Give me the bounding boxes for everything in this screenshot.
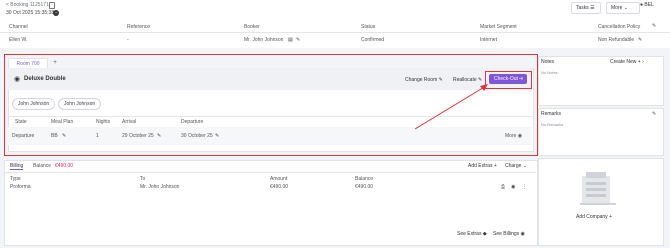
building-roof [586, 172, 606, 178]
charge-label: Charge [505, 163, 522, 169]
value-to: Mr. John Johnson [140, 184, 180, 190]
tag-icon: ◆ [482, 231, 487, 237]
value-type: Proforma [10, 184, 31, 190]
building-icon [580, 172, 616, 205]
arrow-line [414, 85, 487, 130]
plus-icon: + [493, 163, 497, 169]
edit-remarks-icon[interactable]: ✎ [652, 111, 656, 117]
remarks-title: Remarks [541, 111, 562, 117]
notes-title: Notes [541, 59, 555, 65]
notes-panel [538, 56, 664, 106]
balance-value: €490.00 [55, 163, 74, 169]
building-floor [586, 188, 606, 191]
eye-icon[interactable]: ◉ [511, 184, 515, 190]
create-note-button[interactable]: Create New + › [610, 59, 644, 65]
header-balance: Balance [355, 176, 374, 182]
eye-icon: ◉ [520, 231, 525, 237]
see-extras-link[interactable]: See Extras ◆ [457, 231, 487, 237]
see-billings-label: See Billings [493, 231, 520, 237]
see-extras-label: See Extras [457, 231, 482, 237]
chevron-down-icon: ⌄ [522, 163, 527, 169]
value-amount: €490.00 [270, 184, 289, 190]
value-balance: €490.00 [355, 184, 374, 190]
see-billings-link[interactable]: See Billings ◉ [493, 231, 525, 237]
building-ground [580, 203, 616, 205]
tab-balance[interactable]: Balance [33, 163, 51, 169]
add-extras-label: Add Extras [468, 163, 493, 169]
print-icon[interactable]: ⎙ [501, 184, 505, 190]
header-type: Type [10, 176, 21, 182]
add-extras-button[interactable]: Add Extras + [468, 163, 497, 169]
arrow-head [480, 84, 488, 91]
plus-icon: + [609, 214, 612, 220]
building-floor [586, 182, 606, 185]
remarks-empty: No Remarks [541, 122, 564, 127]
add-company-button[interactable]: Add Company + [576, 214, 612, 220]
header-to: To [140, 176, 146, 182]
kebab-menu-icon[interactable]: ⋮ [522, 184, 527, 190]
building-floor [586, 194, 606, 197]
create-new-label: Create New [610, 59, 637, 65]
divider [4, 172, 536, 173]
add-company-label: Add Company [576, 214, 608, 220]
chevron-right-icon: › [642, 59, 644, 65]
header-amount: Amount [270, 176, 288, 182]
charge-button[interactable]: Charge ⌄ [505, 163, 527, 169]
notes-empty: No Notes [541, 70, 558, 75]
plus-icon: + [637, 59, 641, 65]
tab-billing[interactable]: Billing [10, 163, 24, 170]
